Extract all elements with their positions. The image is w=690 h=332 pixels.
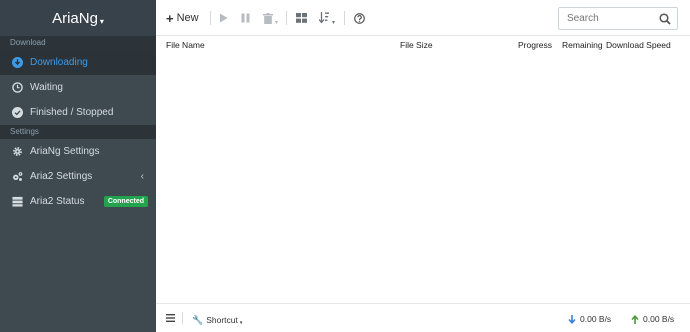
column-file-size[interactable]: File Size: [400, 40, 433, 50]
sidebar-item-label: Finished / Stopped: [30, 107, 114, 118]
display-order-button[interactable]: [296, 10, 307, 26]
search-input[interactable]: [559, 8, 654, 29]
sidebar-item-ariang-settings[interactable]: AriaNg Settings: [0, 139, 156, 164]
search-icon[interactable]: [659, 12, 671, 30]
caret-down-icon: ▾: [99, 16, 104, 26]
sidebar-item-finished[interactable]: Finished / Stopped: [0, 100, 156, 125]
new-button[interactable]: + New: [166, 10, 199, 26]
server-icon: [12, 196, 23, 207]
status-badge: Connected: [103, 196, 148, 207]
sidebar-item-label: Aria2 Settings: [30, 171, 93, 182]
section-settings: Settings: [0, 125, 156, 139]
clock-icon: [12, 82, 23, 93]
sidebar-item-label: Waiting: [30, 82, 63, 93]
shortcut-button[interactable]: 🔧 Shortcut ▾: [192, 314, 243, 327]
sort-icon: [319, 12, 329, 24]
hamburger-icon: [166, 314, 175, 322]
gear-icon: [12, 146, 23, 157]
footer-divider: [182, 312, 183, 324]
column-remaining[interactable]: Remaining: [562, 40, 603, 50]
menu-toggle-button[interactable]: [166, 314, 175, 322]
shortcut-label: Shortcut: [206, 315, 238, 325]
sidebar-item-aria2-settings[interactable]: Aria2 Settings ‹: [0, 164, 156, 189]
check-circle-icon: [12, 107, 23, 118]
status-footer: 🔧 Shortcut ▾ 0.00 B/s 0.00 B/s: [156, 303, 690, 332]
play-icon: [220, 13, 228, 23]
column-progress[interactable]: Progress: [518, 40, 552, 50]
upload-speed-value: 0.00 B/s: [643, 314, 675, 324]
arrow-up-icon: [631, 314, 639, 324]
column-file-name[interactable]: File Name: [166, 40, 205, 50]
chevron-left-icon: ‹: [140, 171, 144, 182]
pause-icon: [241, 13, 250, 23]
download-speed-indicator: 0.00 B/s: [568, 314, 611, 324]
trash-icon: [263, 12, 273, 24]
section-download: Download: [0, 36, 156, 50]
sidebar-item-label: Aria2 Status: [30, 196, 85, 207]
app-window: AriaNg ▾ Download Downloading Waiting Fi…: [0, 0, 690, 332]
delete-button[interactable]: ▾: [263, 10, 278, 26]
search-box: [558, 7, 678, 30]
gears-icon: [12, 171, 23, 182]
new-button-label: New: [176, 12, 199, 24]
toolbar: + New ▾ ▾: [156, 0, 690, 36]
caret-down-icon: ▾: [239, 320, 243, 326]
arrow-down-icon: [568, 314, 576, 324]
toolbar-divider: [344, 11, 345, 25]
brand-title: AriaNg: [52, 9, 98, 27]
column-download-speed[interactable]: Download Speed: [606, 40, 671, 50]
brand-header[interactable]: AriaNg ▾: [0, 0, 156, 36]
upload-speed-indicator: 0.00 B/s: [631, 314, 674, 324]
grid-icon: [296, 13, 307, 23]
wrench-icon: 🔧: [192, 314, 204, 325]
sidebar-item-label: Downloading: [30, 57, 88, 68]
sidebar-item-aria2-status[interactable]: Aria2 Status Connected: [0, 189, 156, 214]
plus-icon: +: [166, 10, 174, 26]
sidebar: AriaNg ▾ Download Downloading Waiting Fi…: [0, 0, 156, 332]
download-circle-icon: [12, 57, 23, 68]
pause-button[interactable]: [241, 10, 250, 26]
download-speed-value: 0.00 B/s: [580, 314, 612, 324]
caret-down-icon: ▾: [275, 19, 279, 26]
sidebar-item-label: AriaNg Settings: [30, 146, 100, 157]
toolbar-divider: [286, 11, 287, 25]
toolbar-divider: [210, 11, 211, 25]
start-button[interactable]: [219, 10, 228, 26]
question-circle-icon: [354, 12, 365, 24]
task-table-header: File Name File Size Progress Remaining D…: [156, 37, 690, 53]
sort-button[interactable]: ▾: [319, 10, 335, 26]
help-button[interactable]: [354, 10, 365, 26]
sidebar-item-waiting[interactable]: Waiting: [0, 75, 156, 100]
sidebar-item-downloading[interactable]: Downloading: [0, 50, 156, 75]
caret-down-icon: ▾: [332, 19, 336, 26]
